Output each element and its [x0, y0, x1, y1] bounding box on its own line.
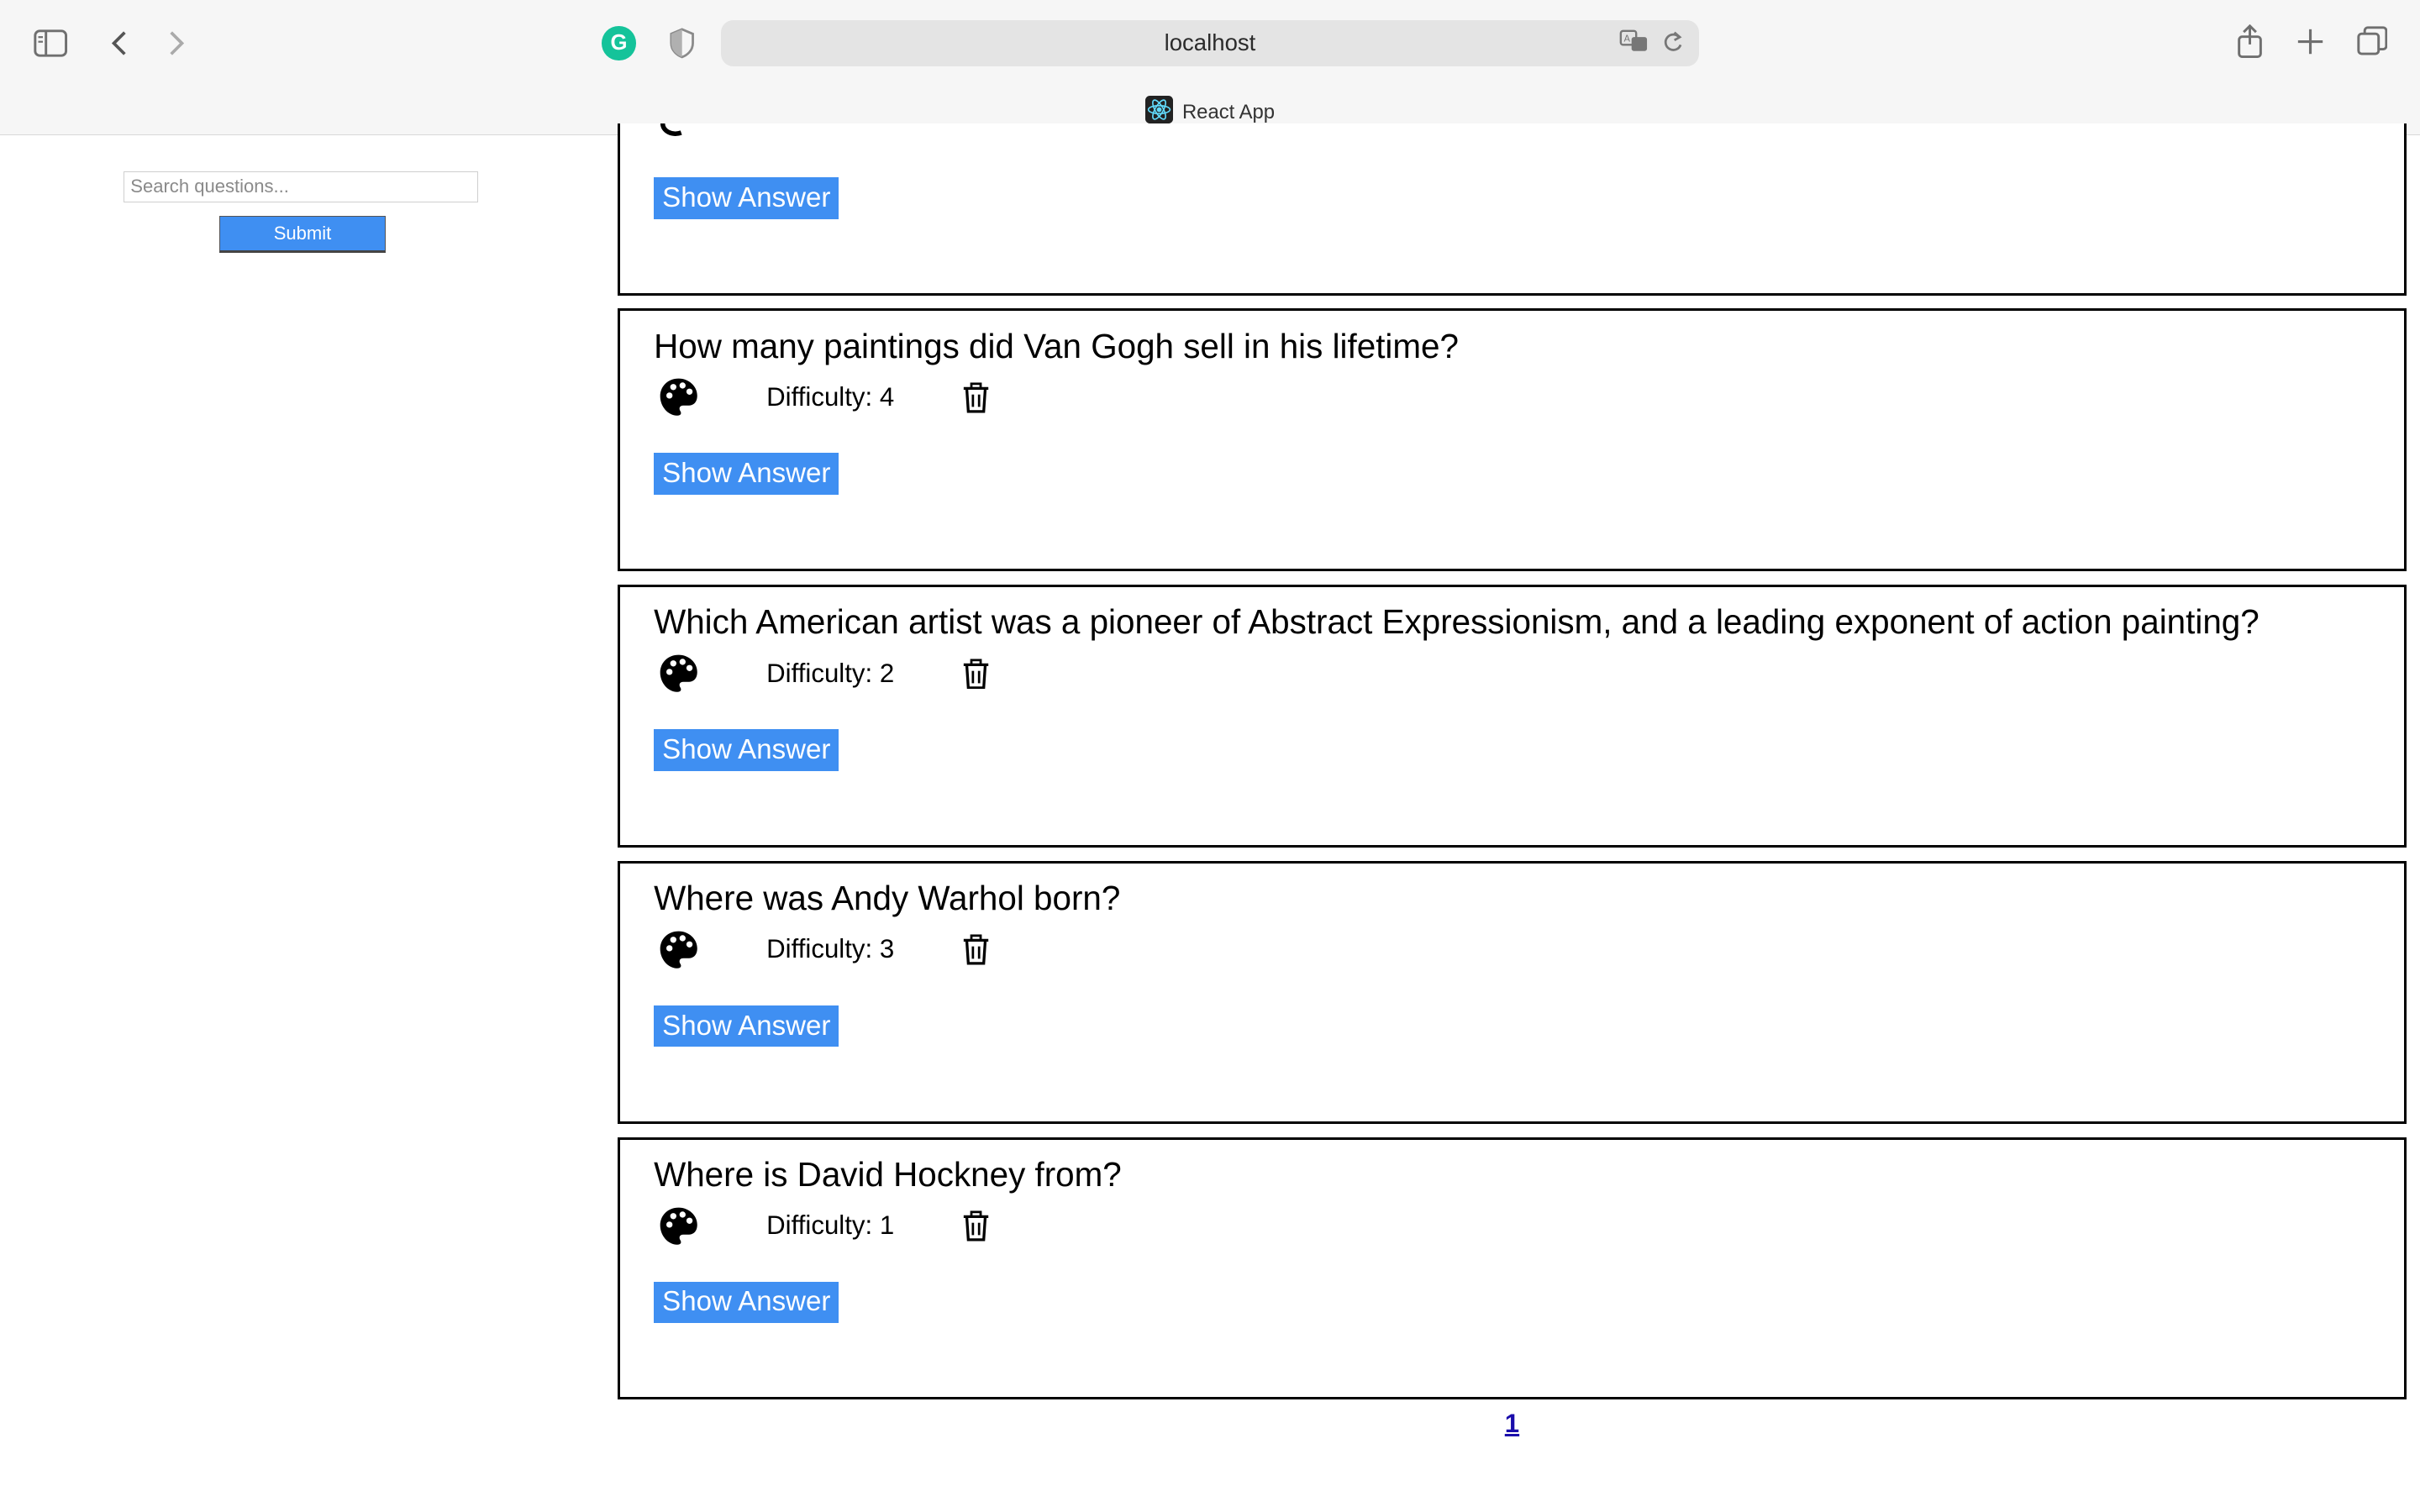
question-text: Which American artist was a pioneer of A… — [654, 602, 2260, 642]
sidebar-toggle-icon[interactable] — [34, 28, 68, 59]
palette-icon — [660, 379, 697, 417]
trash-icon[interactable] — [962, 934, 990, 965]
forward-icon[interactable] — [164, 26, 192, 60]
address-bar[interactable]: localhost A — [720, 19, 1700, 66]
show-answer-button[interactable]: Show Answer — [654, 177, 839, 219]
question-meta: Difficulty: 4 — [657, 375, 989, 418]
question-text: Where was Andy Warhol born? — [654, 879, 1121, 918]
trash-icon[interactable] — [962, 382, 990, 413]
tab-overview-icon[interactable] — [2355, 26, 2389, 57]
translate-icon[interactable]: A — [1619, 29, 1650, 60]
browser-toolbar: G localhost A React App — [0, 0, 2420, 135]
difficulty-label: Difficulty: 4 — [766, 381, 895, 412]
palette-icon — [660, 654, 697, 692]
privacy-shield-icon[interactable] — [666, 26, 697, 60]
grammarly-extension-icon[interactable]: G — [602, 26, 636, 60]
difficulty-label: Difficulty: 2 — [766, 658, 895, 688]
tab-title: React App — [1181, 101, 1276, 124]
new-tab-icon[interactable] — [2295, 26, 2326, 57]
palette-icon-clipped — [660, 114, 687, 143]
search-input[interactable] — [123, 171, 479, 202]
question-card: Which American artist was a pioneer of A… — [617, 585, 2407, 848]
reload-icon[interactable] — [1662, 29, 1684, 60]
svg-text:A: A — [1623, 34, 1630, 45]
question-text: Where is David Hockney from? — [654, 1155, 1122, 1194]
url-text: localhost — [1164, 29, 1256, 56]
back-icon[interactable] — [105, 26, 133, 60]
question-card: How many paintings did Van Gogh sell in … — [617, 308, 2407, 572]
page: { "browser": { "url": "localhost", "tab_… — [0, 0, 2420, 1512]
share-icon[interactable] — [2235, 24, 2266, 60]
show-answer-button[interactable]: Show Answer — [654, 1281, 839, 1324]
trash-icon[interactable] — [962, 659, 990, 690]
question-meta: Difficulty: 3 — [657, 928, 989, 971]
submit-button[interactable]: Submit — [218, 216, 387, 254]
difficulty-label: Difficulty: 3 — [766, 934, 895, 964]
question-meta: Difficulty: 1 — [657, 1205, 989, 1247]
pagination-page-link[interactable]: 1 — [1505, 1409, 1519, 1439]
question-meta: Difficulty: 2 — [657, 652, 989, 695]
palette-icon — [660, 931, 697, 969]
question-card: Where is David Hockney from? Difficulty:… — [617, 1137, 2407, 1400]
sidebar-heading-clipped — [239, 133, 317, 142]
question-card: Show Answer — [617, 123, 2407, 296]
difficulty-label: Difficulty: 1 — [766, 1210, 895, 1241]
show-answer-button[interactable]: Show Answer — [654, 1005, 839, 1047]
show-answer-button[interactable]: Show Answer — [654, 729, 839, 771]
palette-icon — [660, 1207, 697, 1245]
trash-icon[interactable] — [962, 1210, 990, 1242]
question-text: How many paintings did Van Gogh sell in … — [654, 326, 1459, 365]
show-answer-button[interactable]: Show Answer — [654, 453, 839, 495]
question-card: Where was Andy Warhol born? Difficulty: … — [617, 860, 2407, 1124]
